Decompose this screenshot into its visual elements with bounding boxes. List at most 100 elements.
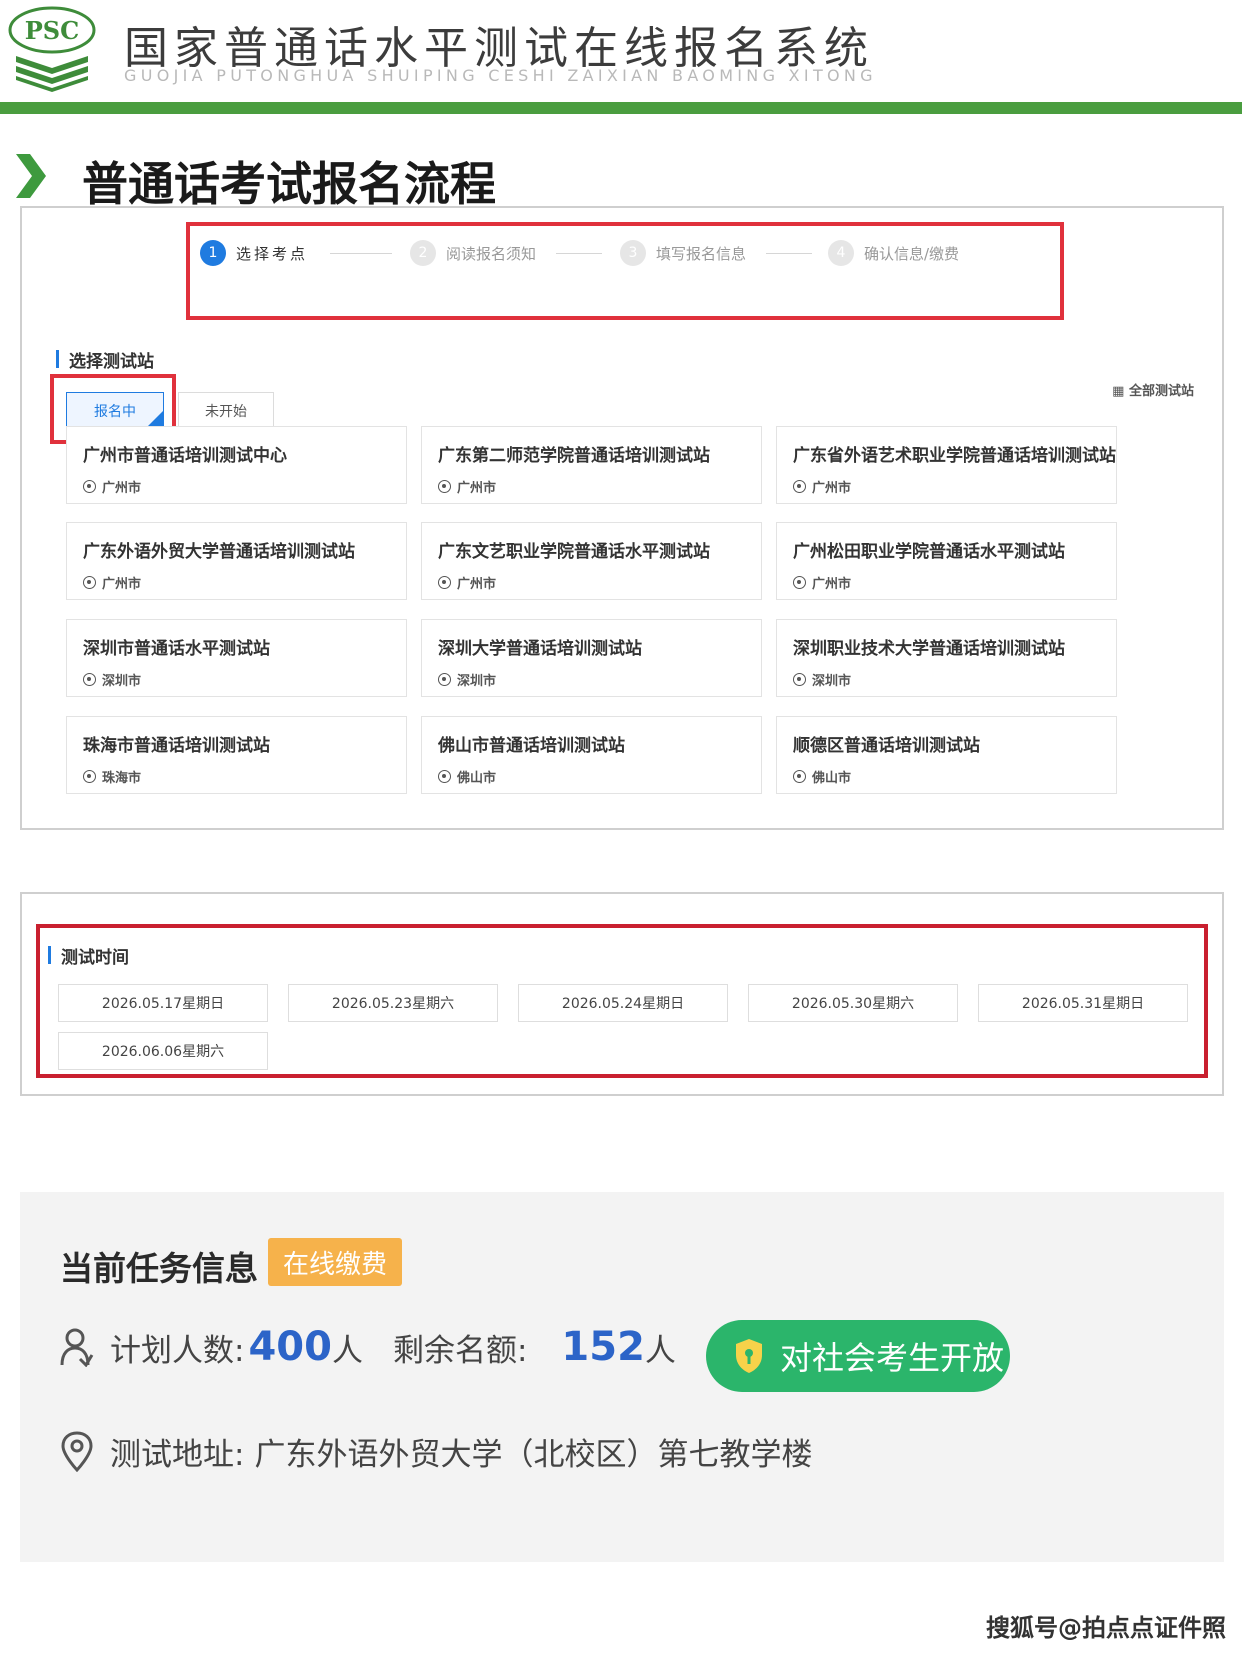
step-number: 3 <box>620 240 646 266</box>
tab-registering[interactable]: 报名中 <box>66 392 164 430</box>
shield-icon <box>736 1339 762 1373</box>
station-card[interactable]: 广东省外语艺术职业学院普通话培训测试站 广州市 <box>776 426 1117 504</box>
quota-row: 计划人数: 400 人 剩余名额: 152 人 <box>60 1322 676 1372</box>
all-stations-label: 全部测试站 <box>1128 384 1194 399</box>
person-icon <box>60 1328 94 1367</box>
station-location: 广州市 <box>83 573 141 592</box>
station-location: 广州市 <box>793 573 851 592</box>
station-city: 深圳市 <box>457 674 497 689</box>
station-card[interactable]: 珠海市普通话培训测试站 珠海市 <box>66 716 407 794</box>
station-name: 珠海市普通话培训测试站 <box>83 736 270 756</box>
tab-label: 报名中 <box>94 404 136 420</box>
date-option[interactable]: 2026.06.06星期六 <box>58 1032 268 1070</box>
step-1: 1 选择考点 <box>200 238 308 268</box>
date-option[interactable]: 2026.05.31星期日 <box>978 984 1188 1022</box>
station-location: 广州市 <box>83 477 141 496</box>
watermark: 搜狐号@拍点点证件照 <box>986 1614 1226 1642</box>
step-connector <box>556 253 602 254</box>
step-number: 1 <box>200 240 226 266</box>
remaining-value: 152 <box>561 1324 645 1370</box>
test-time-panel: 测试时间 2026.05.17星期日 2026.05.23星期六 2026.05… <box>20 892 1224 1096</box>
heading-accent-bar <box>56 350 59 368</box>
test-time-title: 测试时间 <box>61 947 129 968</box>
remaining-unit: 人 <box>644 1332 676 1369</box>
station-location: 珠海市 <box>83 767 141 786</box>
step-label: 确认信息/缴费 <box>864 244 960 263</box>
station-card[interactable]: 广州市普通话培训测试中心 广州市 <box>66 426 407 504</box>
station-city: 珠海市 <box>102 771 142 786</box>
open-to-public-badge: 对社会考生开放 <box>706 1320 1010 1392</box>
station-card[interactable]: 广东外语外贸大学普通话培训测试站 广州市 <box>66 522 407 600</box>
step-3: 3 填写报名信息 <box>620 238 746 268</box>
station-card[interactable]: 深圳大学普通话培训测试站 深圳市 <box>421 619 762 697</box>
location-pin-icon <box>793 480 806 493</box>
planned-value: 400 <box>248 1324 332 1370</box>
station-name: 深圳市普通话水平测试站 <box>83 639 270 659</box>
station-location: 佛山市 <box>438 767 496 786</box>
station-city: 深圳市 <box>102 674 142 689</box>
heading-accent-bar <box>48 946 51 964</box>
planned-unit: 人 <box>331 1332 363 1369</box>
step-label: 阅读报名须知 <box>446 244 537 263</box>
test-time-heading: 测试时间 <box>48 944 129 968</box>
station-name: 顺德区普通话培训测试站 <box>793 736 980 756</box>
address-value: 广东外语外贸大学（北校区）第七教学楼 <box>254 1436 813 1473</box>
planned-label: 计划人数: <box>110 1332 245 1369</box>
step-4: 4 确认信息/缴费 <box>828 238 959 268</box>
task-info-panel: 当前任务信息 在线缴费 计划人数: 400 人 剩余名额: 152 人 对社会考… <box>20 1192 1224 1562</box>
station-city: 佛山市 <box>812 771 852 786</box>
location-pin-icon <box>793 576 806 589</box>
tab-not-started[interactable]: 未开始 <box>178 392 274 430</box>
location-pin-icon <box>61 1431 93 1472</box>
location-pin-icon <box>438 576 451 589</box>
date-option[interactable]: 2026.05.17星期日 <box>58 984 268 1022</box>
step-connector <box>766 253 812 254</box>
station-name: 佛山市普通话培训测试站 <box>438 736 625 756</box>
location-pin-icon <box>438 770 451 783</box>
header-divider <box>0 102 1242 114</box>
station-name: 深圳大学普通话培训测试站 <box>438 639 642 659</box>
station-card[interactable]: 广州松田职业学院普通话水平测试站 广州市 <box>776 522 1117 600</box>
step-number: 4 <box>828 240 854 266</box>
psc-logo: PSC <box>8 6 96 92</box>
site-header: PSC 国家普通话水平测试在线报名系统 GUOJIA PUTONGHUA SHU… <box>0 0 1242 116</box>
step-2: 2 阅读报名须知 <box>410 238 536 268</box>
location-pin-icon <box>83 770 96 783</box>
station-location: 广州市 <box>438 477 496 496</box>
step-connector <box>330 253 392 254</box>
address-label: 测试地址: <box>110 1436 245 1473</box>
station-name: 广东省外语艺术职业学院普通话培训测试站 <box>793 446 1116 466</box>
station-card[interactable]: 深圳职业技术大学普通话培训测试站 深圳市 <box>776 619 1117 697</box>
date-option[interactable]: 2026.05.23星期六 <box>288 984 498 1022</box>
tab-label: 未开始 <box>205 404 247 420</box>
station-name: 广东外语外贸大学普通话培训测试站 <box>83 542 355 562</box>
station-location: 广州市 <box>793 477 851 496</box>
section-title: 普通话考试报名流程 <box>82 157 496 211</box>
location-pin-icon <box>438 480 451 493</box>
station-city: 广州市 <box>457 481 497 496</box>
station-name: 广东文艺职业学院普通话水平测试站 <box>438 542 710 562</box>
station-card[interactable]: 佛山市普通话培训测试站 佛山市 <box>421 716 762 794</box>
step-label: 选择考点 <box>236 244 309 263</box>
date-option[interactable]: 2026.05.24星期日 <box>518 984 728 1022</box>
remaining-label: 剩余名额: <box>392 1332 528 1369</box>
location-pin-icon <box>793 673 806 686</box>
location-pin-icon <box>793 770 806 783</box>
station-location: 广州市 <box>438 573 496 592</box>
payment-badge: 在线缴费 <box>268 1238 402 1286</box>
grid-icon: ▦ <box>1112 384 1129 399</box>
location-pin-icon <box>83 480 96 493</box>
task-info-title: 当前任务信息 <box>60 1249 258 1288</box>
steps-highlight <box>186 222 1064 320</box>
station-card[interactable]: 深圳市普通话水平测试站 深圳市 <box>66 619 407 697</box>
station-card[interactable]: 广东文艺职业学院普通话水平测试站 广州市 <box>421 522 762 600</box>
location-pin-icon <box>83 673 96 686</box>
chevron-right-icon <box>16 154 46 198</box>
date-option[interactable]: 2026.05.30星期六 <box>748 984 958 1022</box>
station-location: 深圳市 <box>83 670 141 689</box>
all-stations-link[interactable]: ▦ 全部测试站 <box>1112 380 1194 399</box>
station-name: 广州松田职业学院普通话水平测试站 <box>793 542 1065 562</box>
location-pin-icon <box>438 673 451 686</box>
station-card[interactable]: 广东第二师范学院普通话培训测试站 广州市 <box>421 426 762 504</box>
station-card[interactable]: 顺德区普通话培训测试站 佛山市 <box>776 716 1117 794</box>
